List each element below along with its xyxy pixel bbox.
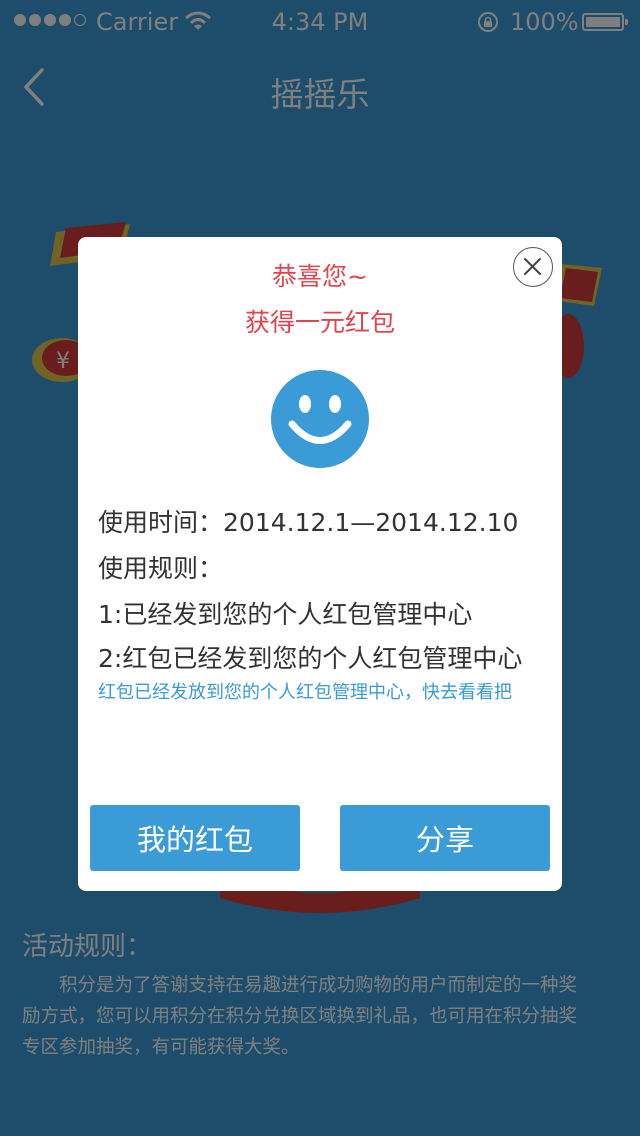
- usage-time-row: 使用时间：2014.12.1—2014.12.10: [98, 503, 518, 539]
- smiley-icon: [271, 370, 369, 468]
- usage-rule-1: 1:已经发到您的个人红包管理中心: [98, 600, 473, 629]
- view-hint-link[interactable]: 红包已经发放到您的个人红包管理中心，快去看看把: [98, 673, 548, 713]
- usage-rule-2: 2:红包已经发到您的个人红包管理中心: [98, 644, 523, 673]
- usage-rules-label: 使用规则：: [98, 554, 224, 583]
- usage-time-value: 2014.12.1—2014.12.10: [223, 508, 519, 537]
- prize-text: 获得一元红包: [244, 308, 395, 337]
- usage-time-label: 使用时间：: [98, 508, 224, 537]
- red-packet-dialog: 恭喜您~ 获得一元红包 使用时间：2014.12.1—2014.12.10 使用…: [78, 237, 562, 891]
- my-red-packet-button[interactable]: 我的红包: [90, 805, 300, 871]
- congrats-text: 恭喜您~: [272, 262, 368, 291]
- share-button[interactable]: 分享: [340, 805, 550, 871]
